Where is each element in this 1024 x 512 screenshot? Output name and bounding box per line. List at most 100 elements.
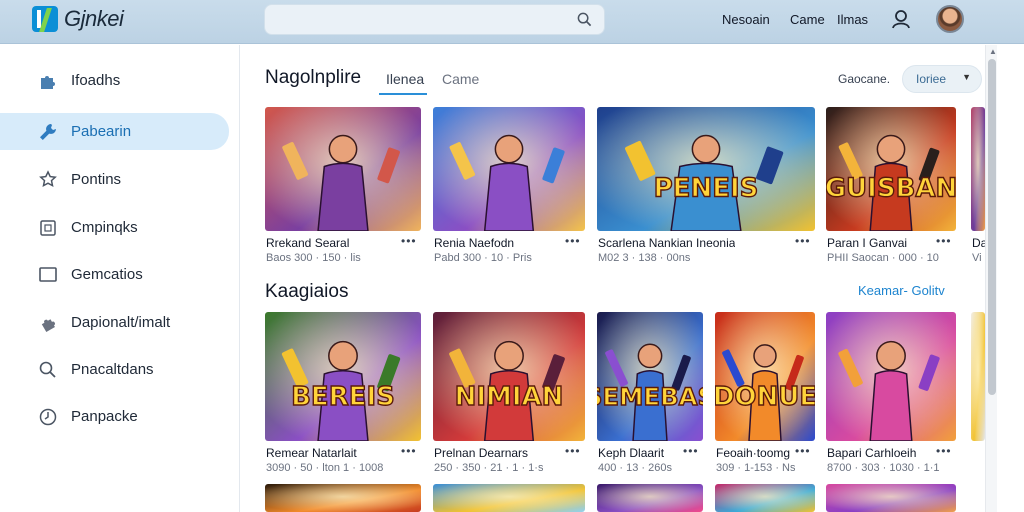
game-title[interactable]: Rrekand Searal: [266, 236, 349, 250]
sidebar-item-0[interactable]: Ifoadhs: [0, 62, 229, 99]
tab-0[interactable]: Ilenea: [386, 71, 424, 87]
game-title[interactable]: Prelnan Dearnars: [434, 446, 528, 460]
app-logo[interactable]: Gjnkei: [32, 6, 124, 32]
game-thumbnail[interactable]: [597, 484, 703, 512]
tab-active-indicator: [379, 93, 427, 95]
game-thumbnail[interactable]: DONUE: [715, 312, 815, 441]
game-meta: 250 · 350 · 21 · 1 · 1·s: [434, 462, 544, 474]
sidebar-item-4[interactable]: Gemcatios: [0, 256, 229, 293]
game-thumbnail[interactable]: [265, 484, 421, 512]
right-margin: [997, 45, 1024, 512]
more-options-icon[interactable]: •••: [565, 444, 581, 458]
game-title[interactable]: Renia Naefodn: [434, 236, 514, 250]
section-see-all-link[interactable]: Keamar- Golitv: [858, 283, 945, 298]
search-icon: [38, 360, 58, 380]
more-options-icon[interactable]: •••: [936, 234, 952, 248]
logo-mark-icon: [32, 6, 58, 32]
sidebar-item-1[interactable]: Pabearin: [0, 113, 229, 150]
more-options-icon[interactable]: •••: [401, 444, 417, 458]
game-title[interactable]: Bapari Carhloeih: [827, 446, 916, 460]
sidebar-item-label: Pnacaltdans: [71, 361, 154, 378]
puzzle-icon: [38, 71, 58, 91]
sidebar-item-label: Pabearin: [71, 123, 132, 140]
game-logo-text: NIMIAN: [455, 382, 564, 412]
game-logo-text: BEREIS: [291, 382, 395, 412]
section-title: Kaagiaios: [265, 281, 349, 302]
sidebar-item-3[interactable]: Cmpinqks: [0, 209, 229, 246]
avatar[interactable]: [936, 5, 964, 33]
sidebar-item-label: Dapionalt/imalt: [71, 314, 171, 331]
more-options-icon[interactable]: •••: [565, 234, 581, 248]
more-options-icon[interactable]: •••: [683, 444, 699, 458]
sort-value: Ioriee: [916, 72, 947, 86]
game-title[interactable]: Remear Natarlait: [266, 446, 357, 460]
game-thumbnail[interactable]: [433, 107, 585, 231]
game-thumbnail[interactable]: NIMIAN: [433, 312, 585, 441]
sidebar-item-label: Ifoadhs: [71, 72, 121, 89]
game-thumbnail[interactable]: GUISBAN: [826, 107, 956, 231]
game-title[interactable]: Scarlena Nankian Ineonia: [598, 236, 735, 250]
top-link-1[interactable]: Came: [790, 12, 825, 27]
clock-icon: [38, 407, 58, 427]
page-title: Nagolnplire: [265, 67, 362, 88]
chevron-down-icon: ▼: [962, 72, 971, 82]
game-meta: 8700 · 303 · 1030 · 1·1: [827, 462, 940, 474]
game-thumbnail[interactable]: [265, 107, 421, 231]
game-logo-text: DONUE: [715, 382, 815, 412]
game-meta: 3090 · 50 · lton 1 · 1008: [266, 462, 384, 474]
top-link-0[interactable]: Nesoain: [722, 12, 770, 27]
user-icon[interactable]: [890, 8, 912, 30]
more-options-icon[interactable]: •••: [795, 234, 811, 248]
sort-label: Gaocane.: [838, 72, 891, 86]
sidebar-item-5[interactable]: Dapionalt/imalt: [0, 304, 229, 341]
game-title[interactable]: Feoaih·toomg: [716, 446, 790, 460]
game-thumbnail[interactable]: [715, 484, 815, 512]
wrench-icon: [38, 122, 58, 142]
game-thumbnail[interactable]: [826, 484, 956, 512]
game-logo-text: GUISBAN: [826, 173, 956, 203]
game-thumbnail[interactable]: [971, 107, 985, 231]
frame-icon: [38, 218, 58, 238]
sidebar-item-label: Cmpinqks: [71, 219, 138, 236]
sort-dropdown[interactable]: Ioriee ▼: [902, 65, 982, 93]
game-meta: M02 3 · 138 · 00ns: [598, 252, 691, 264]
more-options-icon[interactable]: •••: [795, 444, 811, 458]
game-title[interactable]: Paran I Ganvai: [827, 236, 907, 250]
game-meta: Vis: [972, 252, 982, 264]
top-bar: Gjnkei Nesoain Came Ilmas: [0, 0, 1024, 44]
game-title[interactable]: Keph Dlaarit: [598, 446, 664, 460]
sidebar-item-label: Gemcatios: [71, 266, 143, 283]
scrollbar[interactable]: ▲: [985, 45, 997, 512]
monitor-icon: [38, 265, 58, 285]
game-thumbnail[interactable]: [433, 484, 585, 512]
top-link-2[interactable]: Ilmas: [837, 12, 868, 27]
sidebar-item-2[interactable]: Pontins: [0, 161, 229, 198]
game-thumbnail[interactable]: SEMEBAS: [597, 312, 703, 441]
more-options-icon[interactable]: •••: [936, 444, 952, 458]
tab-1[interactable]: Came: [442, 71, 479, 87]
sidebar-item-7[interactable]: Panpacke: [0, 398, 229, 435]
game-thumbnail[interactable]: BEREIS: [265, 312, 421, 441]
game-meta: Baos 300 · 150 · lis: [266, 252, 361, 264]
game-meta: Pabd 300 · 10 · Pris: [434, 252, 532, 264]
sidebar-item-6[interactable]: Pnacaltdans: [0, 351, 229, 388]
scroll-up-arrow-icon[interactable]: ▲: [989, 47, 997, 56]
game-meta: 309 · 1-153 · Ns: [716, 462, 796, 474]
search-input[interactable]: [264, 4, 605, 35]
puzzle-icon: [38, 313, 58, 333]
game-meta: 400 · 13 · 260s: [598, 462, 672, 474]
star-gear-icon: [38, 169, 58, 190]
game-title[interactable]: Da: [972, 236, 985, 250]
game-thumbnail[interactable]: PENEIS: [597, 107, 815, 231]
main-content: Nagolnplire Ilenea Came Gaocane. Ioriee …: [241, 45, 985, 512]
game-logo-text: SEMEBAS: [597, 382, 703, 411]
sidebar-item-label: Panpacke: [71, 408, 138, 425]
scrollbar-thumb[interactable]: [988, 59, 996, 395]
more-options-icon[interactable]: •••: [401, 234, 417, 248]
game-thumbnail[interactable]: [971, 312, 985, 441]
game-logo-text: PENEIS: [654, 173, 759, 203]
sidebar: Ifoadhs Pabearin Pontins Cmpinqks Gemcat…: [0, 45, 240, 512]
game-thumbnail[interactable]: [826, 312, 956, 441]
game-meta: PHII Saocan · 000 · 10: [827, 252, 939, 264]
search-icon[interactable]: [577, 12, 592, 27]
